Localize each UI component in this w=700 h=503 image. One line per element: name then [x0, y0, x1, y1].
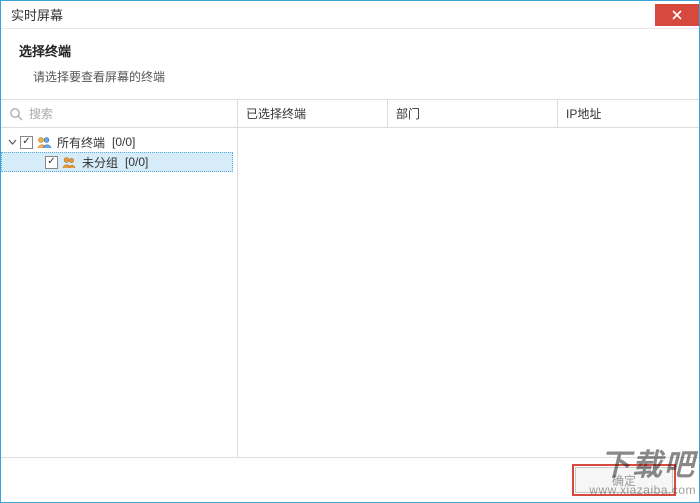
group-icon	[36, 134, 52, 150]
tree-indent	[32, 157, 42, 167]
search-input[interactable]	[29, 107, 229, 121]
checkbox-all-terminals[interactable]	[20, 136, 33, 149]
ok-button[interactable]: 确定	[575, 467, 673, 493]
table-body	[238, 128, 699, 457]
tree-node-all-terminals[interactable]: 所有终端 [0/0]	[1, 132, 237, 152]
tree-node-label: 未分组	[80, 154, 118, 171]
close-icon	[671, 9, 683, 21]
tree-node-ungrouped[interactable]: 未分组 [0/0]	[1, 152, 233, 172]
column-department[interactable]: 部门	[388, 100, 558, 127]
terminal-tree-panel: 所有终端 [0/0] 未分组 [0/0]	[1, 100, 238, 457]
window-title: 实时屏幕	[11, 5, 63, 24]
users-icon	[61, 154, 77, 170]
checkbox-ungrouped[interactable]	[45, 156, 58, 169]
header-subtitle: 请选择要查看屏幕的终端	[19, 68, 681, 85]
terminal-tree: 所有终端 [0/0] 未分组 [0/0]	[1, 128, 237, 457]
header-title: 选择终端	[19, 41, 681, 60]
dialog-footer: 确定	[1, 458, 699, 502]
content-area: 所有终端 [0/0] 未分组 [0/0]	[1, 99, 699, 458]
column-selected-terminals[interactable]: 已选择终端	[238, 100, 388, 127]
table-header: 已选择终端 部门 IP地址	[238, 100, 699, 128]
titlebar: 实时屏幕	[1, 1, 699, 29]
search-row	[1, 100, 237, 128]
dialog-window: 实时屏幕 选择终端 请选择要查看屏幕的终端	[0, 0, 700, 503]
tree-node-label: 所有终端	[55, 134, 105, 151]
tree-node-count: [0/0]	[121, 155, 148, 169]
close-button[interactable]	[655, 4, 699, 26]
expand-toggle-icon[interactable]	[7, 137, 17, 147]
tree-node-count: [0/0]	[108, 135, 135, 149]
search-icon	[9, 107, 23, 121]
selected-terminals-panel: 已选择终端 部门 IP地址	[238, 100, 699, 457]
dialog-header: 选择终端 请选择要查看屏幕的终端	[1, 29, 699, 99]
column-ip-address[interactable]: IP地址	[558, 100, 699, 127]
